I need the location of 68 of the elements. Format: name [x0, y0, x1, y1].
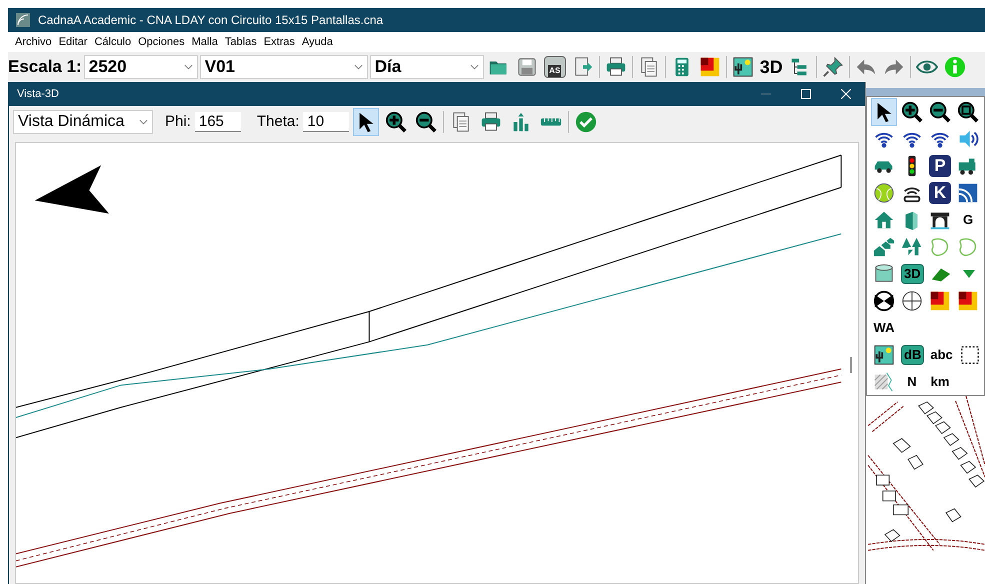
bowtie-icon: [873, 290, 895, 312]
text-button[interactable]: abc: [928, 341, 955, 369]
color-grid-icon: [929, 290, 951, 312]
printer-icon: [604, 56, 627, 78]
text-button[interactable]: N: [899, 368, 925, 396]
caret-icon: [354, 64, 363, 70]
ball-icon: [873, 182, 895, 204]
scrollbar-grip[interactable]: [850, 357, 852, 373]
menu-item[interactable]: Cálculo: [91, 34, 134, 50]
view-title: Vista-3D: [17, 86, 60, 102]
waves-icon: [957, 182, 979, 204]
view-mode-dropdown[interactable]: Vista Dinámica: [13, 110, 153, 134]
text-button[interactable]: G: [955, 206, 981, 234]
scale-label: Escala 1:: [8, 56, 82, 78]
window-title: CadnaA Academic - CNA LDAY con Circuito 15x15 Pantallas.cna: [38, 12, 384, 29]
zoom-fit-icon: [957, 101, 979, 123]
theta-label: Theta:: [256, 112, 300, 132]
pin-icon: [822, 56, 844, 78]
caret-icon: [184, 64, 193, 70]
dotted-rect-icon: [958, 344, 981, 366]
contour-icon: [957, 236, 979, 258]
menu-item[interactable]: Opciones: [135, 34, 188, 50]
trees-icon: [901, 236, 923, 258]
menu-item[interactable]: Tablas: [222, 34, 260, 50]
menu-item[interactable]: Ayuda: [298, 34, 336, 50]
phi-label: Phi:: [165, 112, 191, 132]
close-icon[interactable]: [841, 89, 851, 99]
printer-icon: [480, 111, 502, 133]
text-button[interactable]: WA: [871, 314, 897, 342]
phi-field[interactable]: 165: [194, 112, 241, 132]
letter-button[interactable]: K: [927, 179, 953, 207]
period-dropdown[interactable]: Día: [370, 55, 484, 79]
maximize-icon[interactable]: [801, 89, 811, 99]
menu-item[interactable]: Malla: [188, 34, 221, 50]
scale-dropdown[interactable]: 2520: [84, 55, 198, 79]
cylinder-icon: [873, 263, 895, 285]
menu-item[interactable]: Extras: [260, 34, 298, 50]
save-as-button[interactable]: AS: [542, 53, 568, 81]
caret-icon: [139, 119, 148, 125]
info-icon: [944, 56, 966, 78]
menu-item[interactable]: Archivo: [12, 34, 55, 50]
text-button[interactable]: km: [927, 368, 953, 396]
color-grid-icon: [957, 290, 979, 312]
app-logo-icon: [16, 13, 30, 27]
save-icon: [516, 56, 538, 78]
contour-icon: [929, 236, 951, 258]
text-button[interactable]: 3D: [758, 53, 785, 81]
zoom-out-icon: [929, 101, 951, 123]
menu-item[interactable]: Editar: [56, 34, 90, 50]
zoom-in-icon: [901, 101, 923, 123]
letter-button[interactable]: P: [927, 152, 953, 180]
house-icon: [873, 209, 895, 231]
variant-dropdown[interactable]: V01: [200, 55, 368, 79]
hatch-icon: [873, 371, 895, 393]
pointer-button[interactable]: [353, 108, 380, 136]
zoom-in-icon: [385, 111, 408, 133]
caret-icon: [470, 64, 479, 70]
zoom-out-icon: [415, 111, 438, 133]
triangle-icon: [962, 270, 975, 278]
theta-field[interactable]: 10: [303, 112, 350, 132]
pointer-button[interactable]: [871, 98, 897, 126]
color-grid-icon: [698, 56, 721, 78]
landscape-icon: [732, 56, 754, 78]
houses-icon: [873, 236, 895, 258]
circle-grid-icon: [901, 290, 923, 312]
landscape-icon: [873, 344, 895, 366]
check-icon: [575, 111, 598, 133]
speaker-icon: [957, 128, 979, 150]
